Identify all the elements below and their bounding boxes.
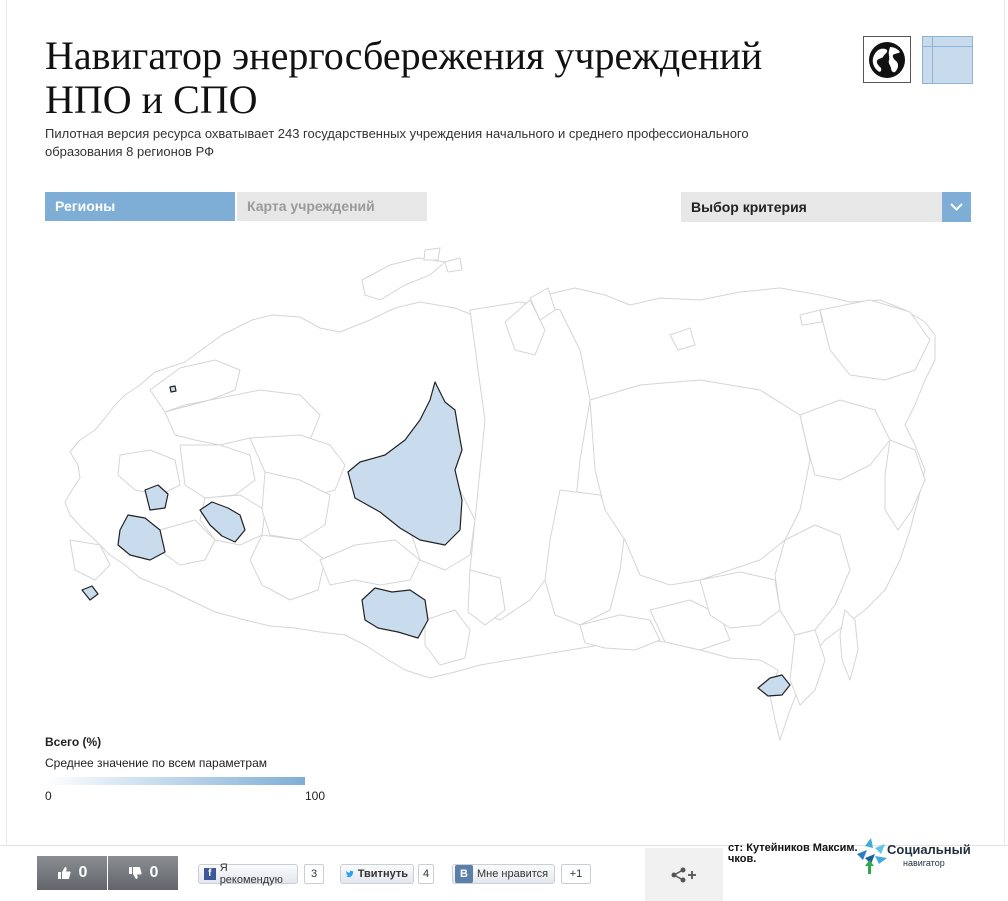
map-base-outlines <box>64 287 936 741</box>
page-title: Навигатор энергосбережения учреждений НП… <box>45 33 763 122</box>
share-button[interactable] <box>645 848 723 901</box>
region-highlight-kaliningrad <box>169 385 177 393</box>
twitter-tweet-label: Твитнуть <box>357 868 408 880</box>
facebook-count: 3 <box>304 864 324 884</box>
thumbs-down-icon <box>128 867 142 879</box>
facebook-recommend-button[interactable]: f Я рекомендую <box>198 862 298 886</box>
island-novaya-zemlya <box>361 257 447 301</box>
map-view-button[interactable] <box>863 36 911 83</box>
page-subtitle: Пилотная версия ресурса охватывает 243 г… <box>45 126 749 159</box>
twitter-tweet-button[interactable]: Твитнуть <box>340 864 414 884</box>
vk-icon: В <box>455 865 473 883</box>
legend-gradient-bar <box>45 777 305 785</box>
dislike-button[interactable]: 0 <box>108 856 178 890</box>
twitter-count: 4 <box>418 864 434 884</box>
logo-line-2: навигатор <box>903 858 945 868</box>
share-icon <box>671 867 696 882</box>
legend-subtitle: Среднее значение по всем параметрам <box>45 756 268 770</box>
dislike-count: 0 <box>149 864 159 881</box>
legend-title: Всего (%) <box>45 735 102 749</box>
vk-plus-count: +1 <box>561 864 591 884</box>
twitter-bird-icon <box>346 870 354 878</box>
criteria-select[interactable]: Выбор критерия <box>681 192 971 222</box>
island-franz-josef-1 <box>423 247 441 261</box>
region-highlight-krasnodar <box>81 585 99 601</box>
social-navigator-logo[interactable]: Социальный навигатор <box>855 838 971 874</box>
credits-line-2: чков. <box>728 853 757 865</box>
like-button[interactable]: 0 <box>37 856 107 890</box>
facebook-icon: f <box>204 868 216 880</box>
russia-regions-map <box>64 247 936 741</box>
logo-line-1: Социальный <box>887 842 971 857</box>
criteria-select-arrow[interactable] <box>942 192 971 222</box>
legend-min-label: 0 <box>45 789 52 803</box>
table-view-button[interactable] <box>922 36 973 84</box>
tab-regions[interactable]: Регионы <box>45 192 235 221</box>
legend-max-label: 100 <box>305 789 326 803</box>
vk-like-button[interactable]: В Мне нравится <box>452 864 555 884</box>
table-icon-column-line <box>932 37 933 83</box>
region-kamchatka <box>884 439 926 531</box>
thumbs-up-icon <box>57 867 71 879</box>
like-count: 0 <box>78 864 88 881</box>
tab-institutions-map[interactable]: Карта учреждений <box>237 192 427 221</box>
logo-icon <box>857 838 887 874</box>
criteria-select-label: Выбор критерия <box>691 199 807 215</box>
vk-like-label: Мне нравится <box>477 868 549 880</box>
chevron-down-icon <box>950 203 963 211</box>
globe-icon <box>869 41 905 78</box>
region-sakhalin <box>839 609 859 681</box>
credits-text: ст: Кутейников Максим. чков. <box>728 843 858 865</box>
island-franz-josef-2 <box>444 257 463 273</box>
table-icon-header-line <box>923 46 972 47</box>
facebook-recommend-label: Я рекомендую <box>219 862 283 886</box>
